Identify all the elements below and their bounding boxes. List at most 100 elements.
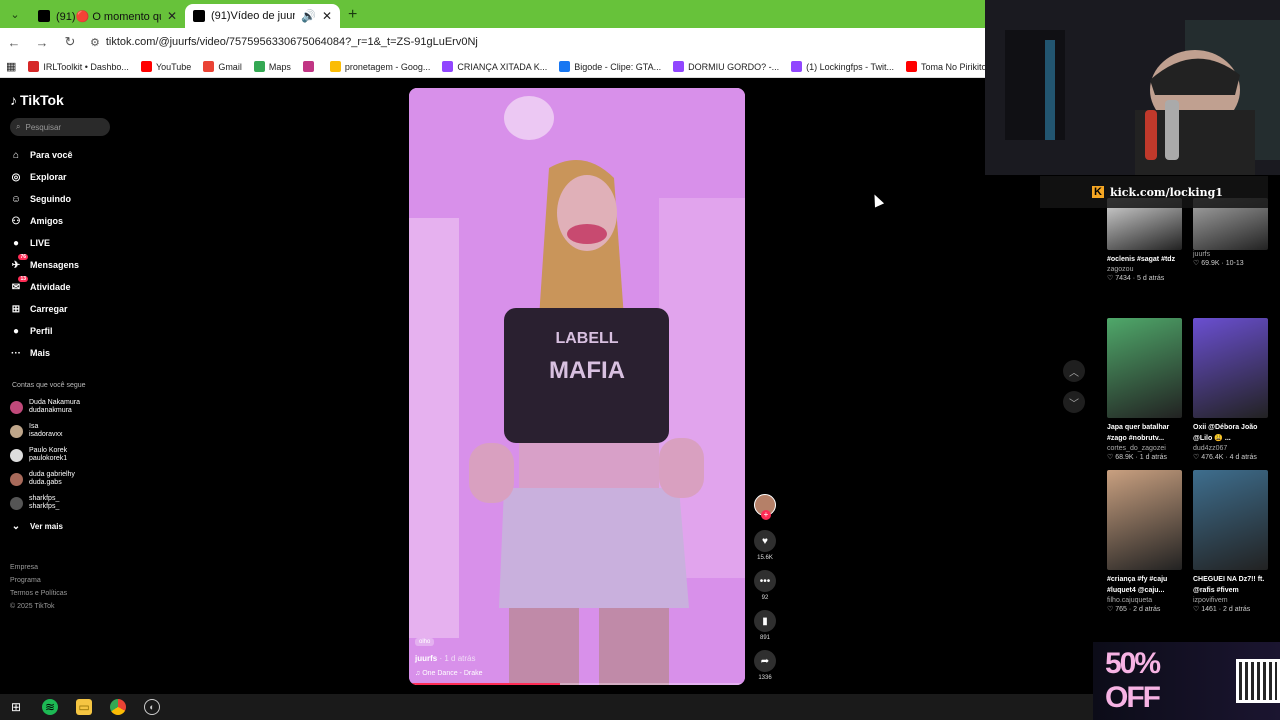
- video-author[interactable]: izpovifivem: [1193, 597, 1268, 604]
- bookmark-item[interactable]: Maps: [253, 61, 291, 72]
- bookmark-icon: ▮: [762, 615, 768, 627]
- footer-link[interactable]: Termos e Políticas: [10, 587, 115, 600]
- share-button[interactable]: ➦: [754, 650, 776, 672]
- back-icon[interactable]: ←: [6, 35, 22, 50]
- svg-text:MAFIA: MAFIA: [549, 357, 625, 384]
- file-explorer-icon[interactable]: ▭: [76, 699, 92, 715]
- following-account[interactable]: duda gabrielhy duda.gabs: [10, 467, 115, 491]
- tiktok-favicon-icon: [38, 10, 50, 22]
- next-video-button[interactable]: ﹀: [1063, 391, 1085, 413]
- video-stats: ♡ 1461 · 2 d atrás: [1193, 606, 1251, 613]
- account-name: Isa: [29, 423, 39, 430]
- bookmark-item[interactable]: pronetagem - Goog...: [329, 61, 430, 72]
- search-icon: ⌕: [16, 122, 21, 131]
- speaker-icon[interactable]: 🔊: [301, 9, 316, 23]
- following-account[interactable]: sharkfps_ sharkfps_: [10, 491, 115, 515]
- tab-title: (91)🔴 O momento que deve: [56, 10, 161, 23]
- reload-icon[interactable]: ↻: [62, 34, 78, 50]
- apps-icon[interactable]: ▦: [6, 60, 16, 73]
- sidebar-item-label: Perfil: [30, 326, 53, 336]
- bookmark-item[interactable]: Toma No Pirikito, Q...: [906, 61, 985, 72]
- video-player[interactable]: LABELL MAFIA olho juurfs · 1 d atrás ♫ O…: [409, 88, 745, 685]
- sidebar-item-label: Carregar: [30, 304, 68, 314]
- author-avatar[interactable]: +: [754, 494, 776, 520]
- tab-search-button[interactable]: ⌄: [4, 3, 26, 25]
- video-author[interactable]: juurfs: [1193, 251, 1268, 258]
- following-list: Duda Nakamura dudanakmura Isa isadoravxx Pau…: [10, 395, 115, 515]
- video-thumbnail[interactable]: [1193, 470, 1268, 570]
- video-thumbnail[interactable]: [1107, 470, 1182, 570]
- video-author[interactable]: juurfs · 1 d atrás: [415, 654, 483, 663]
- sidebar-item-friends[interactable]: ⚇ Amigos: [10, 210, 115, 232]
- forward-icon[interactable]: →: [34, 35, 50, 50]
- avatar: [10, 496, 23, 510]
- sidebar-item-label: Atividade: [30, 282, 71, 292]
- browser-tab-1[interactable]: (91)🔴 O momento que deve ✕: [30, 4, 185, 28]
- bookmark-item[interactable]: (1) Lockingfps - Twit...: [791, 61, 894, 72]
- bookmark-item[interactable]: IRLToolkit • Dashbo...: [28, 61, 129, 72]
- browser-tab-2[interactable]: (91)Vídeo de juurfs (@juurf 🔊 ✕: [185, 4, 340, 28]
- bookmark-favicon-icon: [906, 61, 918, 72]
- spotify-icon[interactable]: ≋: [42, 699, 58, 715]
- video-author[interactable]: dud4zz067: [1193, 445, 1268, 452]
- previous-video-button[interactable]: ︿: [1063, 360, 1085, 382]
- sidebar-item-compass[interactable]: ◎ Explorar: [10, 166, 115, 188]
- bookmark-item[interactable]: [302, 61, 318, 72]
- related-video-card[interactable]: #oclenis #sagat #tdz zagozou ♡ 7434 · 5 d …: [1107, 198, 1182, 282]
- new-tab-button[interactable]: +: [348, 6, 357, 24]
- bookmark-item[interactable]: Gmail: [203, 61, 242, 72]
- bookmark-item[interactable]: YouTube: [140, 61, 191, 72]
- sidebar-item-activity[interactable]: ✉ 13 Atividade: [10, 276, 115, 298]
- video-chip[interactable]: olho: [415, 638, 435, 646]
- promo-banner: 50% OFF: [1093, 642, 1280, 720]
- avatar: [10, 424, 23, 438]
- video-thumbnail[interactable]: [1193, 318, 1268, 418]
- video-caption: #criança #fy #caju #luquet4 @caju...: [1107, 576, 1168, 594]
- close-tab-icon[interactable]: ✕: [322, 9, 332, 23]
- bookmark-button[interactable]: ▮: [754, 610, 776, 632]
- video-author[interactable]: zagozou: [1107, 266, 1182, 273]
- sidebar-item-following[interactable]: ☺ Seguindo: [10, 188, 115, 210]
- related-video-card[interactable]: Oxii @Débora João @Lilo 😩 ... dud4zz067 ♡ …: [1193, 318, 1268, 461]
- sidebar-item-live[interactable]: ● LIVE: [10, 232, 115, 254]
- tiktok-logo[interactable]: ♪ TikTok: [10, 92, 115, 108]
- following-account[interactable]: Isa isadoravxx: [10, 419, 115, 443]
- related-video-card[interactable]: juurfs ♡ 69.9K · 10-13: [1193, 198, 1268, 267]
- obs-icon[interactable]: ◐: [144, 699, 160, 715]
- video-author[interactable]: cortes_do_zagozei: [1107, 445, 1182, 452]
- video-author[interactable]: filho.cajuqueta: [1107, 597, 1182, 604]
- close-tab-icon[interactable]: ✕: [167, 9, 177, 23]
- sidebar-item-home[interactable]: ⌂ Para você: [10, 144, 115, 166]
- follow-plus-icon[interactable]: +: [761, 510, 771, 520]
- footer-link[interactable]: Empresa: [10, 561, 115, 574]
- home-icon: ⌂: [12, 149, 20, 161]
- url-field[interactable]: ⚙ tiktok.com/@juurfs/video/7575956330675…: [90, 31, 979, 53]
- related-video-card[interactable]: CHEGUEI NA Dz7!! ft. @rafis #fivem izpovi…: [1193, 470, 1268, 613]
- related-video-card[interactable]: Japa quer batalhar #zago #nobrutv... cort…: [1107, 318, 1182, 461]
- comment-button[interactable]: •••: [754, 570, 776, 592]
- footer-link[interactable]: Programa: [10, 574, 115, 587]
- video-music[interactable]: ♫ One Dance - Drake: [415, 670, 483, 677]
- following-account[interactable]: Duda Nakamura dudanakmura: [10, 395, 115, 419]
- bookmark-item[interactable]: CRIANÇA XITADA K...: [442, 61, 547, 72]
- sidebar-item-messages[interactable]: ✈ 76 Mensagens: [10, 254, 115, 276]
- video-meta: olho juurfs · 1 d atrás ♫ One Dance - Dr…: [415, 636, 483, 677]
- following-account[interactable]: Paulo Korek paulokorek1: [10, 443, 115, 467]
- video-progress-bar[interactable]: [409, 683, 745, 685]
- site-info-icon[interactable]: ⚙: [90, 36, 100, 49]
- bookmark-item[interactable]: Bigode - Clipe: GTA...: [559, 61, 661, 72]
- search-input[interactable]: ⌕ Pesquisar: [10, 118, 110, 136]
- chrome-icon[interactable]: [110, 699, 126, 715]
- bookmark-favicon-icon: [559, 61, 571, 72]
- heart-button[interactable]: ♥: [754, 530, 776, 552]
- sidebar-item-profile[interactable]: ● Perfil: [10, 320, 115, 342]
- webcam-frame: [985, 0, 1280, 175]
- bookmark-item[interactable]: DORMIU GORDO? -...: [673, 61, 779, 72]
- video-thumbnail[interactable]: [1107, 318, 1182, 418]
- windows-start-icon[interactable]: ⊞: [8, 699, 24, 715]
- following-title: Contas que você segue: [12, 382, 86, 389]
- sidebar-item-more[interactable]: ··· Mais: [10, 342, 115, 364]
- related-video-card[interactable]: #criança #fy #caju #luquet4 @caju... filh…: [1107, 470, 1182, 613]
- sidebar-item-upload[interactable]: ⊞ Carregar: [10, 298, 115, 320]
- see-more-button[interactable]: ⌄ Ver mais: [10, 515, 115, 537]
